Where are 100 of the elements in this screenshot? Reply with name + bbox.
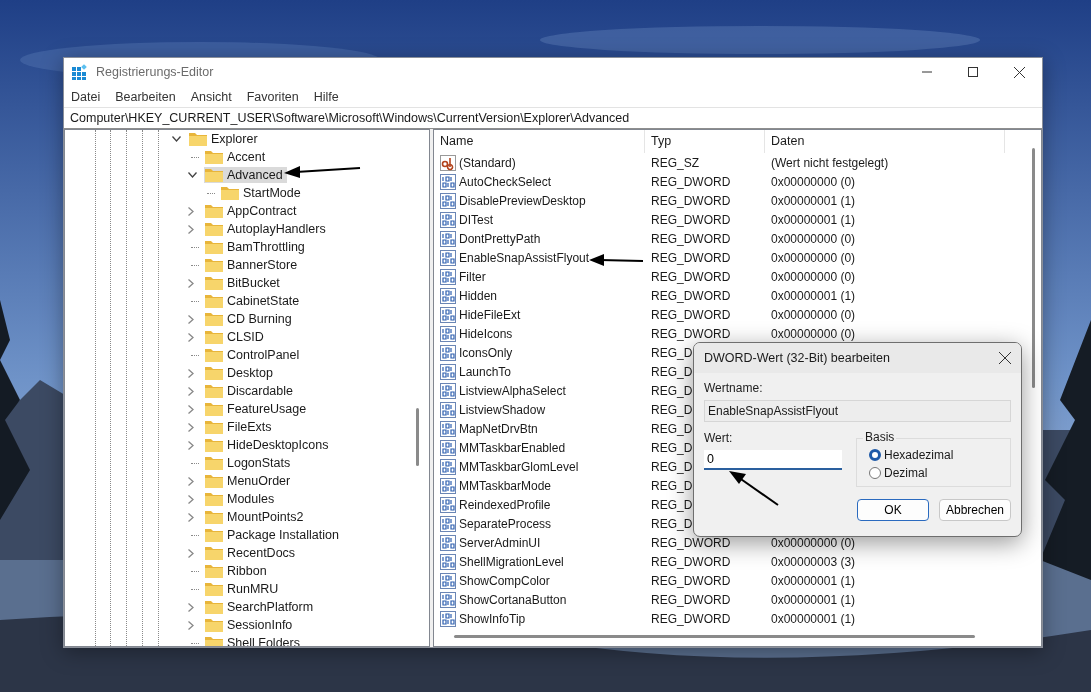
value-name-field[interactable]: EnableSnapAssistFlyout	[704, 400, 1011, 422]
value-name[interactable]: ListviewAlphaSelect	[459, 383, 566, 398]
folder-icon	[205, 420, 223, 434]
value-name[interactable]: AutoCheckSelect	[459, 174, 552, 189]
tree-item[interactable]: RunMRU	[204, 581, 283, 597]
tree-item[interactable]: BitBucket	[204, 275, 284, 291]
tree-item[interactable]: BannerStore	[204, 257, 302, 273]
chevron-right-icon[interactable]	[188, 476, 194, 486]
value-name[interactable]: IconsOnly	[459, 345, 513, 360]
value-type: REG_DWORD	[651, 554, 731, 569]
value-name[interactable]: SeparateProcess	[459, 516, 552, 531]
value-name[interactable]: ShellMigrationLevel	[459, 554, 564, 569]
folder-icon	[189, 132, 207, 146]
chevron-down-icon[interactable]	[172, 136, 181, 142]
tree-item[interactable]: Accent	[204, 149, 270, 165]
chevron-right-icon[interactable]	[188, 422, 194, 432]
tree-item[interactable]: AppContract	[204, 203, 301, 219]
value-name[interactable]: Hidden	[459, 288, 498, 303]
tree-item[interactable]: HideDesktopIcons	[204, 437, 333, 453]
tree-item[interactable]: SessionInfo	[204, 617, 297, 633]
close-icon[interactable]	[999, 352, 1011, 364]
tree-item[interactable]: Package Installation	[204, 527, 343, 543]
column-header[interactable]: Typ	[645, 130, 765, 153]
tree-item[interactable]: MenuOrder	[204, 473, 295, 489]
value-name[interactable]: ServerAdminUI	[459, 535, 541, 550]
tree-item[interactable]: CLSID	[204, 329, 268, 345]
tree-item[interactable]: SearchPlatform	[204, 599, 318, 615]
tree-item[interactable]: Advanced	[204, 167, 287, 183]
value-name[interactable]: ShowCortanaButton	[459, 592, 567, 607]
chevron-right-icon[interactable]	[188, 512, 194, 522]
tree-item[interactable]: Modules	[204, 491, 279, 507]
menu-item[interactable]: Ansicht	[189, 89, 233, 104]
chevron-right-icon[interactable]	[188, 548, 194, 558]
chevron-right-icon[interactable]	[188, 602, 194, 612]
value-name[interactable]: (Standard)	[459, 155, 516, 170]
value-name[interactable]: DITest	[459, 212, 493, 227]
tree-item[interactable]: ControlPanel	[204, 347, 304, 363]
tree-item[interactable]: LogonStats	[204, 455, 295, 471]
chevron-down-icon[interactable]	[188, 172, 197, 178]
chevron-right-icon[interactable]	[188, 224, 194, 234]
value-name[interactable]: DisablePreviewDesktop	[459, 193, 586, 208]
value-name[interactable]: EnableSnapAssistFlyout	[459, 250, 590, 265]
tree-item[interactable]: CabinetState	[204, 293, 304, 309]
chevron-right-icon[interactable]	[188, 494, 194, 504]
menu-item[interactable]: Favoriten	[245, 89, 300, 104]
value-name[interactable]: MMTaskbarMode	[459, 478, 552, 493]
value-name[interactable]: HideIcons	[459, 326, 513, 341]
chevron-right-icon[interactable]	[188, 314, 194, 324]
tree-item[interactable]: FileExts	[204, 419, 276, 435]
folder-icon	[205, 402, 223, 416]
value-name[interactable]: ReindexedProfile	[459, 497, 551, 512]
value-name[interactable]: ShowInfoTip	[459, 611, 526, 626]
radio-button[interactable]	[869, 467, 881, 479]
dialog-button[interactable]: Abbrechen	[939, 499, 1011, 521]
address-bar[interactable]: Computer\HKEY_CURRENT_USER\Software\Microsoft\Windows\CurrentVersion\Explorer\Advanced	[64, 107, 1042, 129]
tree-item[interactable]: RecentDocs	[204, 545, 300, 561]
binary-value-icon	[440, 591, 456, 608]
scrollbar-thumb[interactable]	[416, 408, 419, 466]
value-type: REG_D	[651, 497, 693, 512]
tree-item[interactable]: StartMode	[220, 185, 305, 201]
radio-option[interactable]: Dezimal	[869, 466, 1000, 480]
value-name[interactable]: DontPrettyPath	[459, 231, 541, 246]
chevron-right-icon[interactable]	[188, 386, 194, 396]
value-input[interactable]: 0	[704, 450, 842, 470]
radio-button[interactable]	[869, 449, 881, 461]
tree-item[interactable]: FeatureUsage	[204, 401, 311, 417]
chevron-right-icon[interactable]	[188, 332, 194, 342]
scrollbar-thumb[interactable]	[454, 635, 975, 638]
chevron-right-icon[interactable]	[188, 368, 194, 378]
chevron-right-icon[interactable]	[188, 440, 194, 450]
menu-item[interactable]: Datei	[70, 89, 102, 104]
value-name[interactable]: ListviewShadow	[459, 402, 546, 417]
value-name[interactable]: LaunchTo	[459, 364, 512, 379]
menu-item[interactable]: Bearbeiten	[114, 89, 177, 104]
binary-value-icon	[440, 306, 456, 323]
chevron-right-icon[interactable]	[188, 404, 194, 414]
column-header[interactable]: Name	[434, 130, 645, 153]
scrollbar-thumb[interactable]	[1032, 148, 1035, 388]
tree-item[interactable]: Desktop	[204, 365, 277, 381]
chevron-right-icon[interactable]	[188, 206, 194, 216]
value-name[interactable]: Filter	[459, 269, 486, 284]
tree-item[interactable]: Explorer	[188, 131, 262, 147]
tree-item[interactable]: CD Burning	[204, 311, 296, 327]
tree-item[interactable]: AutoplayHandlers	[204, 221, 330, 237]
radio-option[interactable]: Hexadezimal	[869, 448, 1000, 462]
tree-item[interactable]: BamThrottling	[204, 239, 309, 255]
tree-item[interactable]: Discardable	[204, 383, 297, 399]
chevron-right-icon[interactable]	[188, 278, 194, 288]
value-name[interactable]: ShowCompColor	[459, 573, 550, 588]
value-name[interactable]: MMTaskbarEnabled	[459, 440, 566, 455]
tree-item[interactable]: MountPoints2	[204, 509, 308, 525]
binary-value-icon	[440, 420, 456, 437]
value-name[interactable]: MapNetDrvBtn	[459, 421, 538, 436]
tree-item[interactable]: Ribbon	[204, 563, 271, 579]
value-name[interactable]: HideFileExt	[459, 307, 521, 322]
chevron-right-icon[interactable]	[188, 620, 194, 630]
value-name[interactable]: MMTaskbarGlomLevel	[459, 459, 579, 474]
dialog-button[interactable]: OK	[857, 499, 929, 521]
menu-item[interactable]: Hilfe	[312, 89, 340, 104]
column-header[interactable]: Daten	[765, 130, 1005, 153]
